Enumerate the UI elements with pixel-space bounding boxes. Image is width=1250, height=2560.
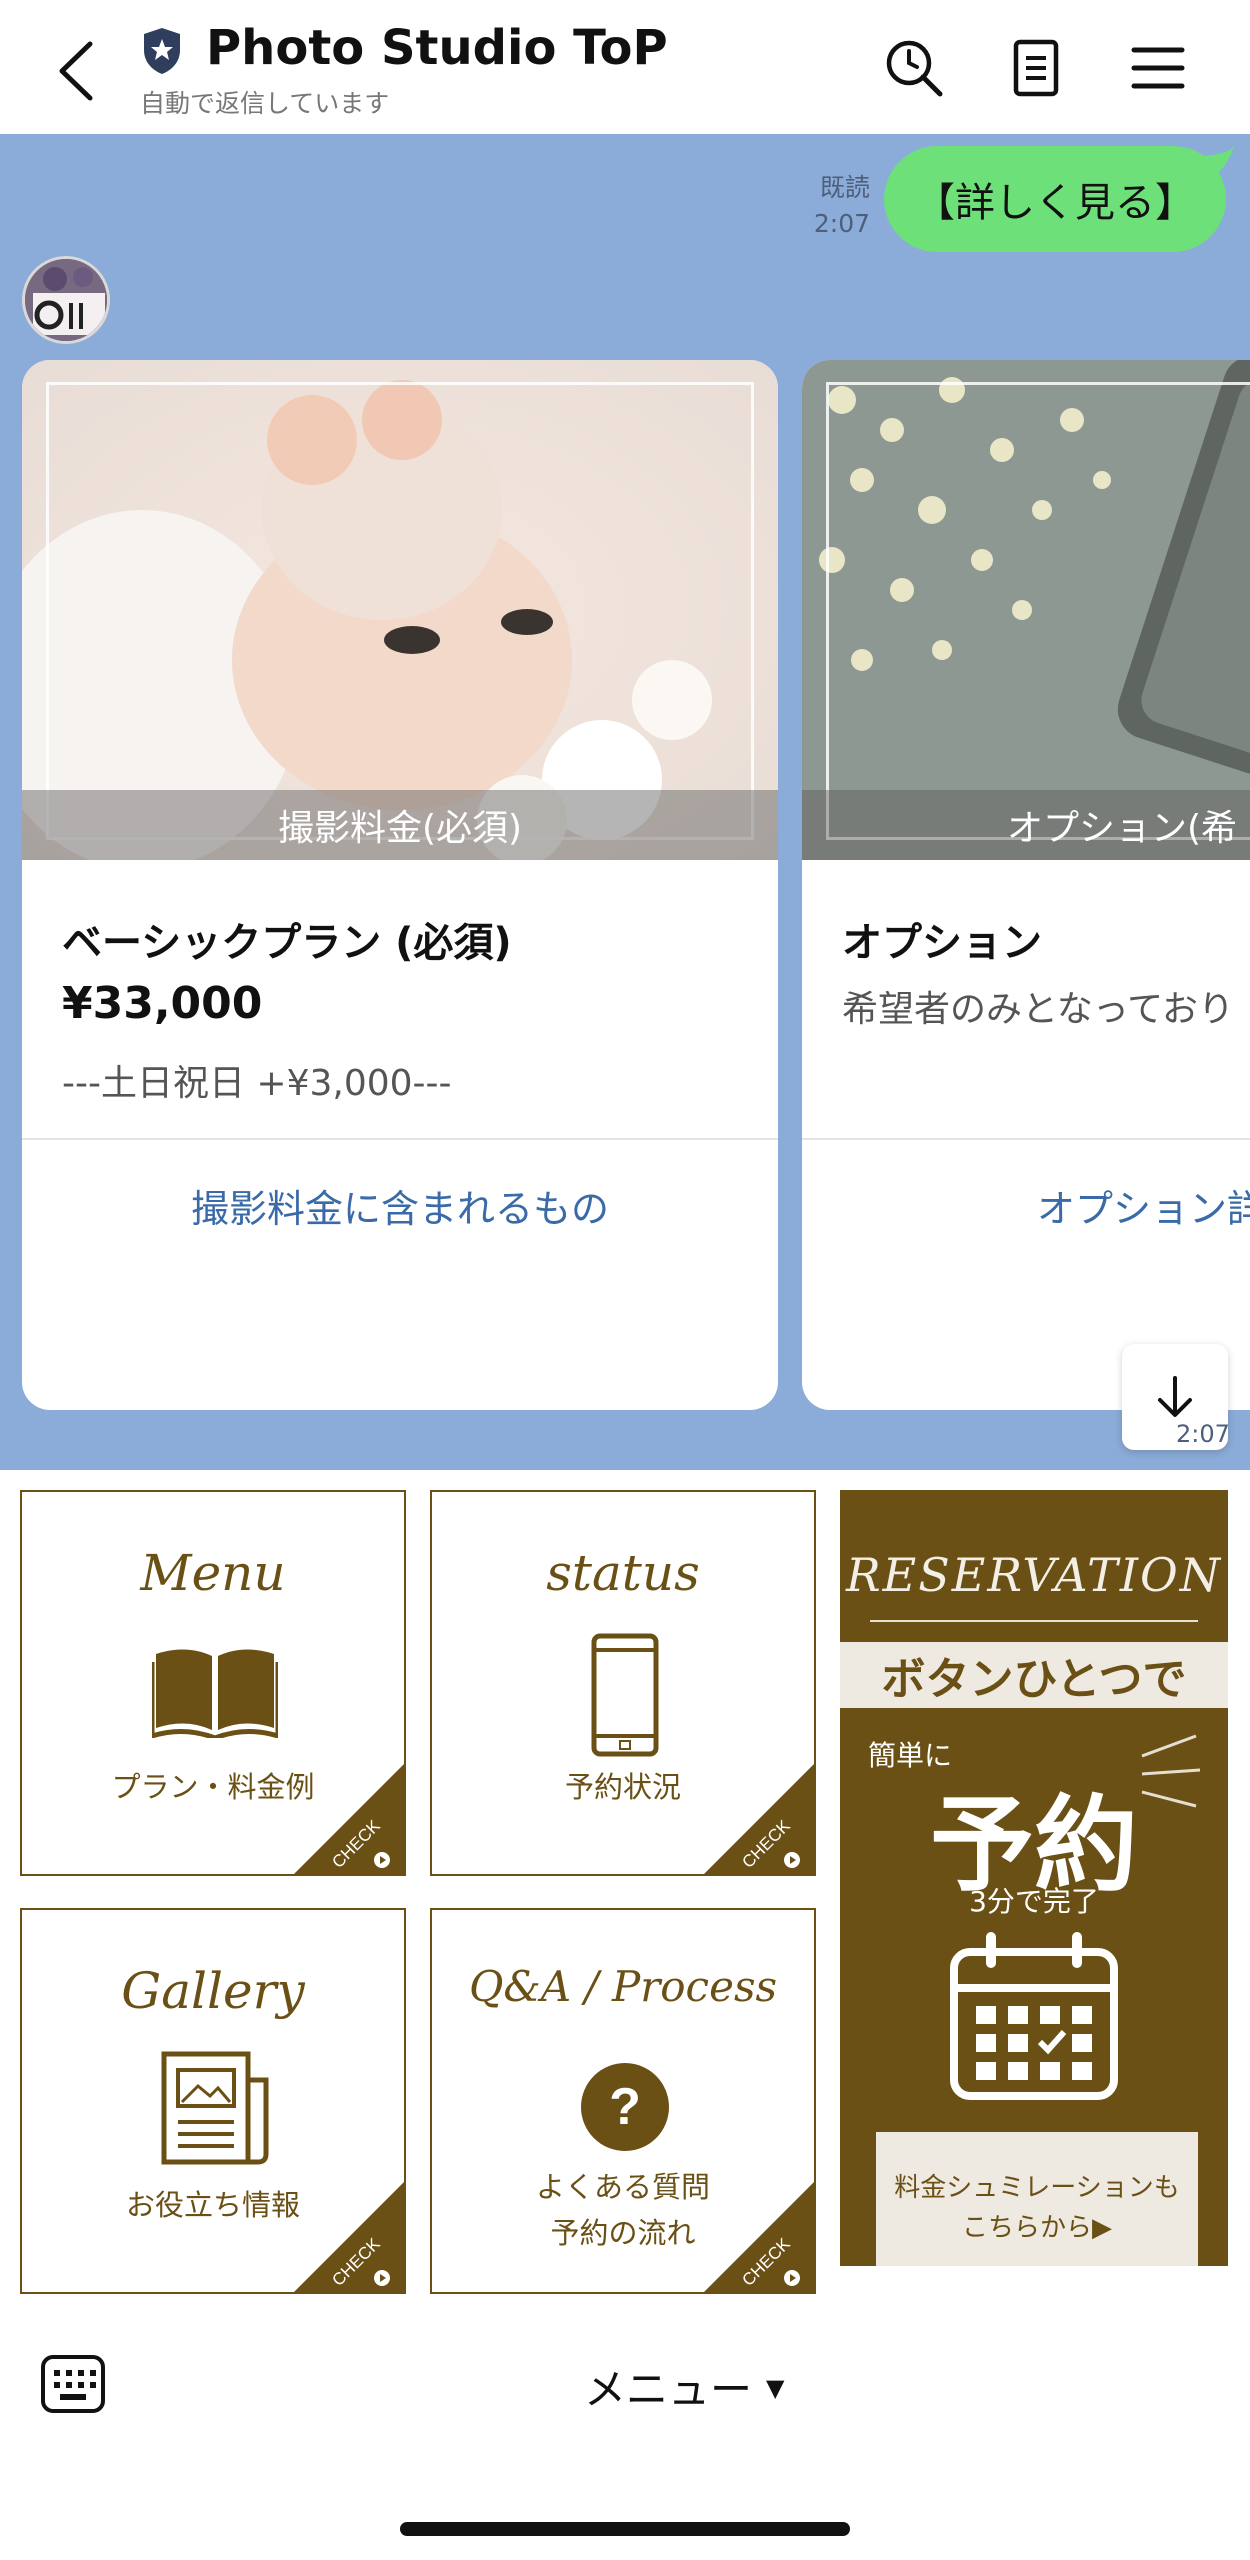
auto-reply-status: 自動で返信しています xyxy=(140,89,390,118)
arrow-down-icon xyxy=(1158,1376,1192,1417)
price-simulation-line1: 料金シュミレーションも xyxy=(894,2173,1180,2203)
studio-logo-icon xyxy=(25,259,107,341)
tile-script-title: Menu xyxy=(140,1544,286,1602)
price-simulation-line2: こちらから▶ xyxy=(962,2213,1112,2243)
reservation-script-title: RESERVATION xyxy=(846,1548,1222,1602)
tile-script-title: Gallery xyxy=(121,1962,305,2020)
reservation-sub-text: 3分で完了 xyxy=(969,1885,1099,1918)
svg-text:?: ? xyxy=(609,2078,641,2136)
card-title: オプション xyxy=(842,920,1042,966)
message-meta: 既読 2:07 xyxy=(800,170,870,242)
menu-icon[interactable] xyxy=(1126,36,1190,100)
check-badge: CHECK xyxy=(294,1764,404,1874)
caret-down-icon[interactable]: ▼ xyxy=(766,2374,784,2402)
carousel-card-basic-plan[interactable]: 撮影料金(必須) ベーシックプラン (必須) ¥33,000 ---土日祝日 +… xyxy=(22,360,778,1410)
card-description: 希望者のみとなっており xyxy=(842,989,1235,1030)
rich-menu: Menu プラン・料金例 CHECK status 予約状況 CHECK Gal… xyxy=(0,1470,1250,2304)
card-image-label: オプション(希 xyxy=(1007,808,1238,849)
richmenu-reservation-panel[interactable]: RESERVATION ボタンひとつで 簡単に 予約 3分で完了 料金シュミレー… xyxy=(840,1490,1228,2266)
richmenu-tile-gallery[interactable]: Gallery お役立ち情報 CHECK xyxy=(20,1908,406,2294)
smartphone-icon xyxy=(591,1633,659,1757)
card-action-link[interactable]: 撮影料金に含まれるもの xyxy=(22,1160,778,1250)
check-badge: CHECK xyxy=(704,2182,814,2292)
message-time: 2:07 xyxy=(1176,1420,1230,1448)
outgoing-message-bubble[interactable]: 【詳しく見る】 xyxy=(884,146,1226,252)
bottom-bar: メニュー ▼ xyxy=(0,2304,1250,2560)
tile-script-title: status xyxy=(546,1544,700,1602)
card-image-baby[interactable]: 撮影料金(必須) xyxy=(22,360,778,860)
card-image-flowers[interactable]: オプション(希 xyxy=(802,360,1250,860)
check-badge: CHECK xyxy=(704,1764,814,1874)
card-divider xyxy=(22,1138,778,1140)
richmenu-tile-menu[interactable]: Menu プラン・料金例 CHECK xyxy=(20,1490,406,1876)
search-icon[interactable] xyxy=(882,36,946,100)
richmenu-tile-qa-process[interactable]: Q&A / Process ? よくある質問 予約の流れ CHECK xyxy=(430,1908,816,2294)
book-icon xyxy=(152,1649,278,1738)
richmenu-tile-status[interactable]: status 予約状況 CHECK xyxy=(430,1490,816,1876)
image-frame xyxy=(46,382,754,840)
card-note: ---土日祝日 +¥3,000--- xyxy=(62,1063,452,1104)
calendar-icon xyxy=(950,1932,1118,2100)
card-title: ベーシックプラン (必須) xyxy=(62,920,512,966)
carousel-card-options[interactable]: オプション(希 オプション 希望者のみとなっており オプション詳 xyxy=(802,360,1250,1410)
notes-icon[interactable] xyxy=(1004,36,1068,100)
image-frame xyxy=(826,382,1250,840)
question-icon: ? xyxy=(581,2063,669,2151)
avatar[interactable] xyxy=(22,256,110,344)
chat-title: Photo Studio ToP xyxy=(206,20,668,76)
check-badge: CHECK xyxy=(294,2182,404,2292)
keyboard-icon[interactable] xyxy=(40,2354,106,2414)
newspaper-icon xyxy=(161,2051,269,2165)
card-price: ¥33,000 xyxy=(62,978,263,1029)
reservation-band-text: ボタンひとつで xyxy=(840,1642,1228,1708)
price-simulation-label: 料金シュミレーションも こちらから▶ xyxy=(876,2168,1198,2248)
card-image-label: 撮影料金(必須) xyxy=(277,808,523,849)
read-receipt: 既読 xyxy=(819,173,870,202)
richmenu-toggle-label[interactable]: メニュー xyxy=(584,2356,752,2417)
chat-area[interactable]: 既読 2:07 【詳しく見る】 撮影料金(必須) ベーシックプラン (必須) ¥… xyxy=(0,134,1250,1470)
message-time: 2:07 xyxy=(813,209,870,238)
card-action-link[interactable]: オプション詳 xyxy=(802,1160,1250,1250)
home-indicator xyxy=(400,2522,850,2536)
tile-script-title: Q&A / Process xyxy=(468,1962,778,2011)
divider xyxy=(870,1620,1198,1622)
chevron-left-icon[interactable] xyxy=(52,36,102,106)
verified-shield-icon xyxy=(144,28,180,74)
chat-header: Photo Studio ToP 自動で返信しています xyxy=(0,0,1250,134)
card-divider xyxy=(802,1138,1250,1140)
price-simulation-button[interactable]: 料金シュミレーションも こちらから▶ xyxy=(876,2132,1198,2266)
